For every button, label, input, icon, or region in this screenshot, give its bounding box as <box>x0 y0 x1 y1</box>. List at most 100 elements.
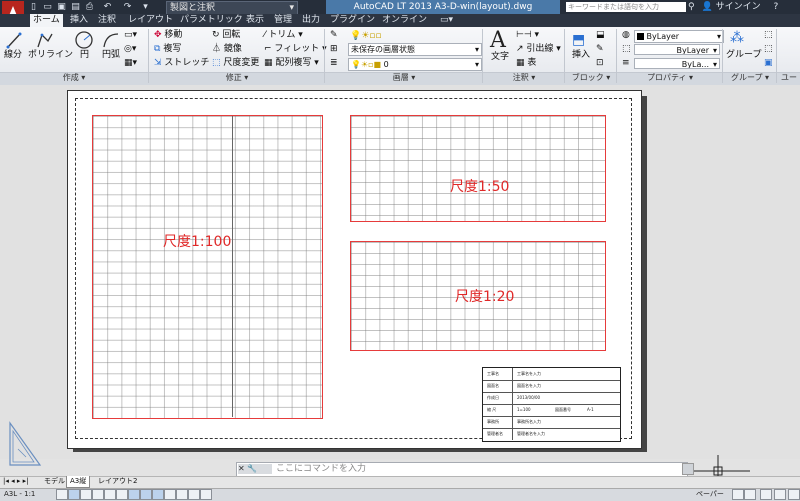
signin-link[interactable]: サインイン <box>716 2 761 12</box>
dimension-icon[interactable]: ⊢⊣ ▾ <box>516 30 539 41</box>
draw-panel-label[interactable]: 作成 ▾ <box>0 72 148 84</box>
viewport-top[interactable] <box>350 115 606 222</box>
quick-view-layouts-icon[interactable] <box>732 489 744 500</box>
plot-icon[interactable]: ⎙ <box>84 2 95 12</box>
workspace-switch-icon[interactable] <box>760 489 772 500</box>
lineweight-dropdown[interactable]: ByLa... ▾ <box>634 58 720 69</box>
tab-a3-layout[interactable]: A3縦 <box>66 476 91 488</box>
insert-label[interactable]: 挿入 <box>572 50 590 61</box>
move-button[interactable]: ✥ 移動 <box>154 30 182 41</box>
rotate-button[interactable]: ↻ 回転 <box>212 30 240 41</box>
quick-view-drawings-icon[interactable] <box>744 489 756 500</box>
user-icon[interactable]: 👤 <box>701 2 712 12</box>
polyline-label[interactable]: ポリライン <box>28 50 73 61</box>
quick-properties-icon[interactable] <box>188 489 200 500</box>
scroll-corner[interactable] <box>682 463 694 475</box>
layer-state-dropdown[interactable]: 未保存の画層状態 ▾ <box>348 43 482 56</box>
modify-panel-label[interactable]: 修正 ▾ <box>150 72 324 84</box>
layers-panel-label[interactable]: 画層 ▾ <box>326 72 482 84</box>
group-edit-icon[interactable]: ⬚ <box>764 44 773 55</box>
mirror-button[interactable]: ⏃ 鏡像 <box>212 44 242 55</box>
title-block[interactable]: 工事名 工事名を入力 図面名 図面名を入力 作成日 2013/00/00 縮 尺 1=1… <box>482 367 621 442</box>
layer-states-icon[interactable]: ⊞ <box>330 44 338 55</box>
undo-icon[interactable]: ↶ <box>102 2 113 12</box>
text-icon[interactable]: A <box>490 28 506 53</box>
command-input[interactable]: ここにコマンドを入力 <box>276 463 366 475</box>
utilities-panel-label[interactable]: ユー <box>778 72 800 84</box>
arc-icon[interactable] <box>102 31 120 49</box>
annotation-panel-label[interactable]: 注釈 ▾ <box>484 72 564 84</box>
grid-display-icon[interactable] <box>68 489 80 500</box>
binoculars-icon[interactable]: ⚲ <box>688 2 695 12</box>
properties-panel-label[interactable]: プロパティ ▾ <box>618 72 722 84</box>
create-block-icon[interactable]: ⬓ <box>596 30 605 41</box>
attribute-icon[interactable]: ⊡ <box>596 58 604 69</box>
fillet-button[interactable]: ⌐ フィレット ▾ <box>264 44 327 55</box>
tab-model[interactable]: モデル <box>44 476 65 487</box>
selection-cycling-icon[interactable] <box>200 489 212 500</box>
ellipse-icon[interactable]: ▦▾ <box>124 58 137 69</box>
tab-annotate[interactable]: 注釈 <box>98 14 116 27</box>
redo-icon[interactable]: ↷ <box>122 2 133 12</box>
arc-label[interactable]: 円弧 <box>102 50 120 61</box>
group-icon[interactable]: ⁂ <box>730 30 744 46</box>
group-label[interactable]: グループ <box>726 50 761 61</box>
open-file-icon[interactable]: ▭ <box>42 2 53 12</box>
tab-manage[interactable]: 管理 <box>274 14 292 27</box>
tab-plugins[interactable]: プラグイン <box>330 14 375 27</box>
circle-label[interactable]: 円 <box>80 50 89 61</box>
tab-online[interactable]: オンライン <box>382 14 427 27</box>
leader-button[interactable]: ↗ 引出線 ▾ <box>516 44 561 55</box>
dynamic-input-icon[interactable] <box>152 489 164 500</box>
isometric-icon[interactable] <box>104 489 116 500</box>
search-input[interactable]: キーワードまたは語句を入力 <box>566 2 686 12</box>
trim-button[interactable]: ⁄ トリム ▾ <box>264 30 303 41</box>
tab-parametric[interactable]: パラメトリック <box>180 14 243 27</box>
quick-access-dropdown-icon[interactable]: ▾ <box>140 2 151 12</box>
clean-screen-icon[interactable] <box>788 489 800 500</box>
ortho-mode-icon[interactable] <box>80 489 92 500</box>
object-tracking-icon[interactable] <box>128 489 140 500</box>
close-icon[interactable]: ✕ <box>238 464 245 473</box>
block-panel-label[interactable]: ブロック ▾ <box>566 72 616 84</box>
array-button[interactable]: ▦ 配列複写 ▾ <box>264 58 319 69</box>
tab-layout2[interactable]: レイアウト2 <box>98 476 137 487</box>
layer-icon[interactable]: ≣ <box>330 58 338 69</box>
help-icon[interactable]: ? <box>773 2 778 12</box>
polyline-icon[interactable] <box>36 31 54 49</box>
line-icon[interactable] <box>6 31 22 49</box>
groups-panel-label[interactable]: グループ ▾ <box>724 72 776 84</box>
tab-nav-icons[interactable]: |◂ ◂ ▸ ▸| <box>3 476 28 487</box>
layer-properties-icon[interactable]: ✎ <box>330 30 338 41</box>
lock-icon[interactable] <box>774 489 786 500</box>
current-layer-dropdown[interactable]: 💡☀▫■ 0 ▾ <box>348 58 482 71</box>
color-dropdown[interactable]: ByLayer ▾ <box>634 30 724 43</box>
group-selection-icon[interactable]: ▣ <box>764 58 773 69</box>
transparency-icon[interactable] <box>176 489 188 500</box>
stretch-button[interactable]: ⇲ ストレッチ <box>154 58 209 69</box>
ungroup-icon[interactable]: ⬚ <box>764 30 773 41</box>
copy-button[interactable]: ⧉ 複写 <box>154 44 181 55</box>
tab-view[interactable]: 表示 <box>246 14 264 27</box>
paper-space-toggle[interactable]: ペーパー <box>696 489 724 499</box>
snap-mode-icon[interactable] <box>56 489 68 500</box>
lineweight-icon[interactable] <box>164 489 176 500</box>
insert-block-icon[interactable]: ⬒ <box>572 32 585 48</box>
tab-output[interactable]: 出力 <box>302 14 320 27</box>
ribbon-toggle-icon[interactable]: ▭▾ <box>440 14 453 27</box>
dynamic-ucs-icon[interactable] <box>140 489 152 500</box>
text-label[interactable]: 文字 <box>491 52 509 63</box>
osnap-icon[interactable] <box>116 489 128 500</box>
line-label[interactable]: 線分 <box>4 50 22 61</box>
hatch-icon[interactable]: ◎▾ <box>124 44 136 55</box>
list-icon[interactable]: ≡ <box>622 58 630 69</box>
rectangle-icon[interactable]: ▭▾ <box>124 30 137 41</box>
polar-tracking-icon[interactable] <box>92 489 104 500</box>
tab-layout[interactable]: レイアウト <box>128 14 173 27</box>
scale-button[interactable]: ⬚ 尺度変更 <box>212 58 259 69</box>
workspace-select[interactable]: 製図と注釈 ▾ <box>166 1 298 15</box>
tab-home[interactable]: ホーム <box>30 14 63 27</box>
circle-icon[interactable] <box>74 30 94 50</box>
save-icon[interactable]: ▣ <box>56 2 67 12</box>
wrench-icon[interactable]: 🔧 <box>247 464 257 473</box>
